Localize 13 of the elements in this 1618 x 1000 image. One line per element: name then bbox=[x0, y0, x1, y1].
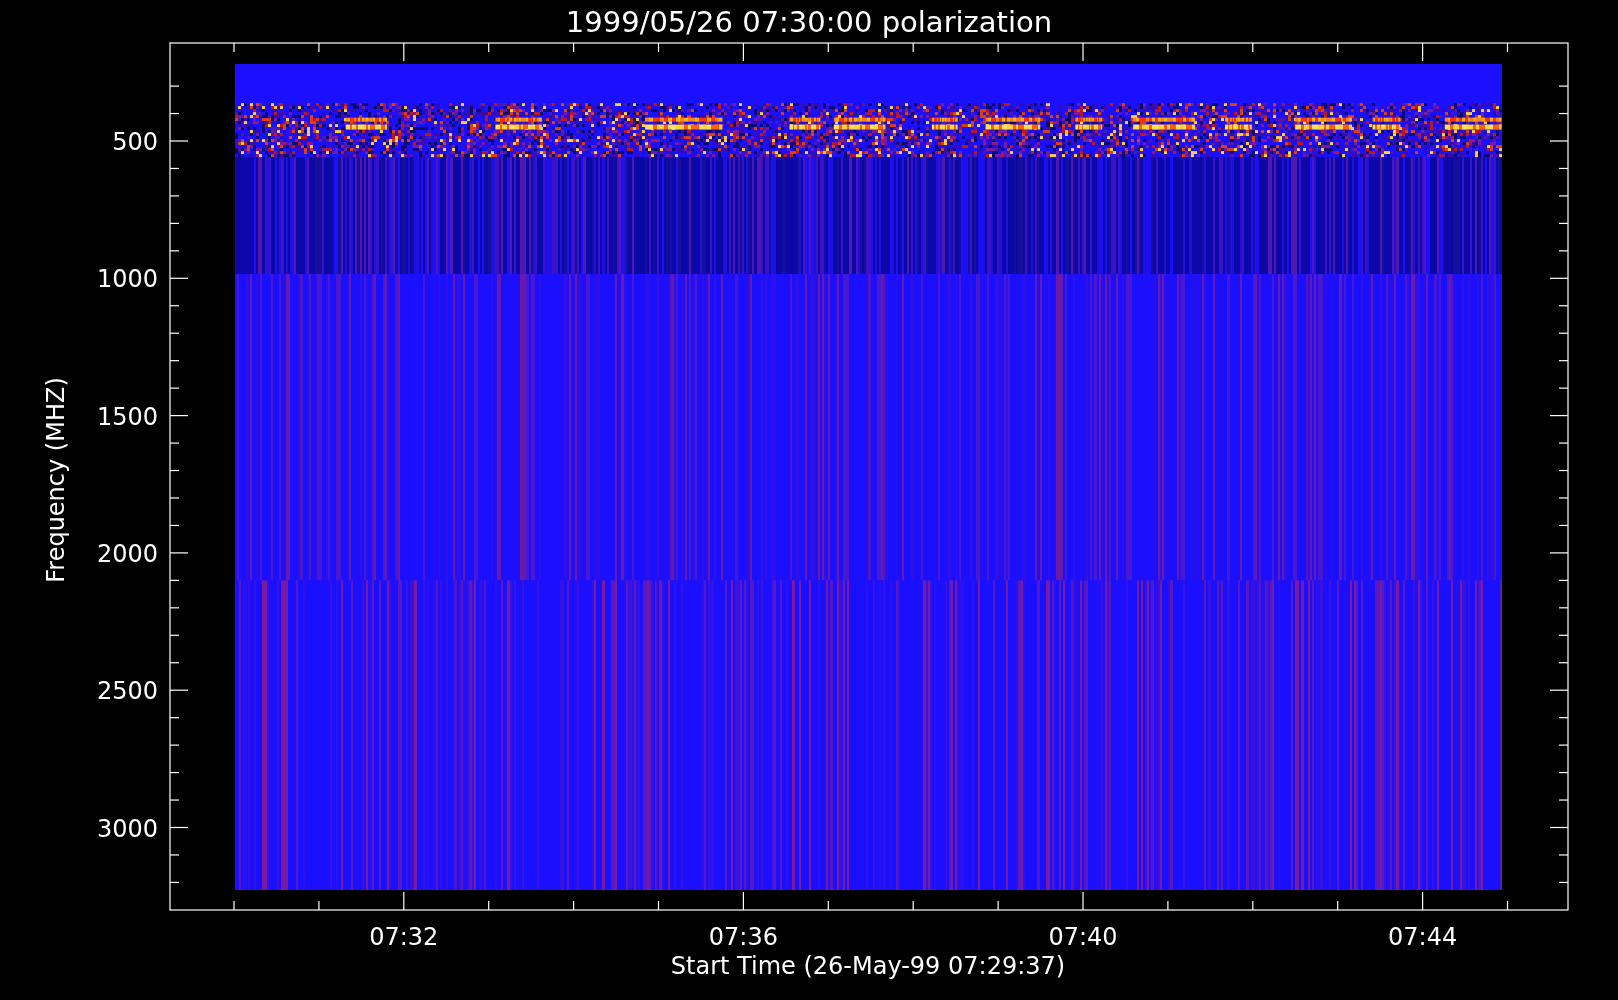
chart-title: 1999/05/26 07:30:00 polarization bbox=[565, 5, 1053, 39]
x-tick-label: 07:40 bbox=[1048, 923, 1118, 951]
y-tick-label: 1000 bbox=[96, 265, 158, 294]
y-tick-label: 3000 bbox=[96, 814, 158, 843]
x-axis-label: Start Time (26-May-99 07:29:37) bbox=[670, 952, 1066, 980]
y-tick-label: 2500 bbox=[96, 677, 158, 706]
y-axis-label: Frequency (MHZ) bbox=[42, 377, 70, 583]
x-tick-label: 07:32 bbox=[369, 923, 439, 951]
x-tick-label: 07:44 bbox=[1388, 923, 1458, 951]
y-tick-label: 500 bbox=[112, 128, 158, 156]
y-tick-label: 2000 bbox=[96, 539, 158, 568]
x-tick-label: 07:36 bbox=[708, 923, 778, 951]
y-tick-label: 1500 bbox=[96, 402, 158, 431]
